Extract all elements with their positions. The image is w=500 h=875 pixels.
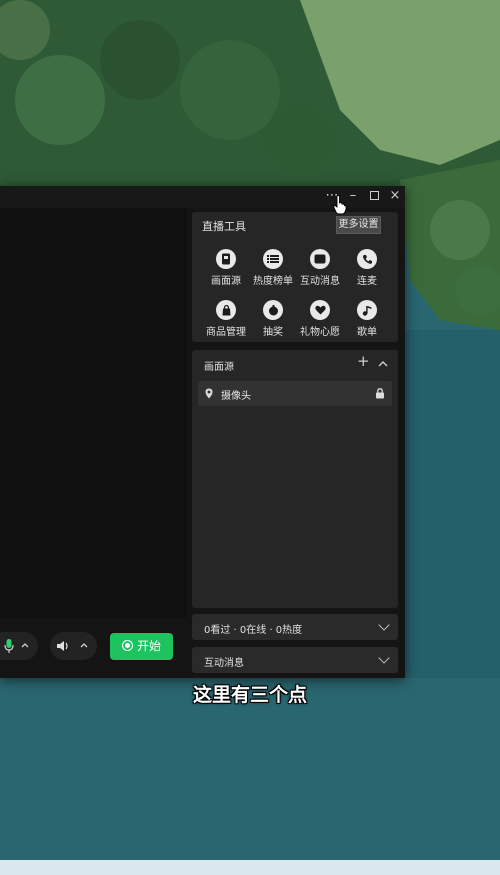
- gift-draw-icon: [268, 304, 278, 315]
- add-source-icon[interactable]: +: [357, 352, 370, 370]
- lock-icon[interactable]: [375, 388, 385, 399]
- live-tools-title: 直播工具: [202, 220, 246, 233]
- chevron-up-icon: [80, 643, 88, 648]
- close-icon[interactable]: ×: [385, 186, 405, 206]
- source-item-camera[interactable]: 摄像头: [198, 381, 392, 406]
- microphone-control[interactable]: [0, 632, 38, 660]
- interactive-messages-panel[interactable]: 互动消息: [192, 647, 398, 673]
- chevron-down-icon: [378, 652, 390, 664]
- maximize-icon[interactable]: [364, 186, 384, 206]
- mouse-cursor-icon: [333, 195, 347, 215]
- record-icon: [121, 640, 133, 651]
- chevron-down-icon: [378, 619, 390, 631]
- music-icon: [362, 305, 372, 316]
- screen-source-icon: [222, 253, 230, 265]
- video-subtitle: 这里有三个点: [192, 684, 307, 706]
- bottom-controls: 开始: [0, 618, 190, 676]
- message-icon: [314, 254, 326, 264]
- stats-label: 0看过 · 0在线 · 0热度: [204, 625, 303, 636]
- microphone-icon: [4, 639, 14, 653]
- phone-icon: [362, 254, 372, 264]
- tool-label: 歌单: [357, 327, 377, 338]
- source-label: 摄像头: [221, 391, 251, 402]
- stats-panel[interactable]: 0看过 · 0在线 · 0热度: [192, 614, 398, 640]
- tool-label: 连麦: [357, 276, 377, 287]
- video-preview: [0, 208, 187, 618]
- screen-source-title: 画面源: [204, 362, 234, 373]
- more-settings-button[interactable]: 更多设置: [336, 216, 381, 234]
- start-live-button[interactable]: 开始: [110, 633, 173, 660]
- heart-gift-icon: [314, 305, 326, 315]
- bag-icon: [222, 304, 230, 315]
- messages-label: 互动消息: [204, 658, 244, 669]
- start-label: 开始: [136, 639, 161, 653]
- tool-co-host[interactable]: 连麦: [336, 249, 398, 287]
- speaker-control[interactable]: [50, 632, 97, 660]
- speaker-icon: [57, 641, 68, 651]
- list-icon: [267, 255, 279, 263]
- location-pin-icon: [205, 388, 213, 399]
- collapse-chevron-up-icon[interactable]: [378, 360, 388, 367]
- tool-playlist[interactable]: 歌单: [336, 300, 398, 338]
- chevron-up-icon: [21, 643, 29, 648]
